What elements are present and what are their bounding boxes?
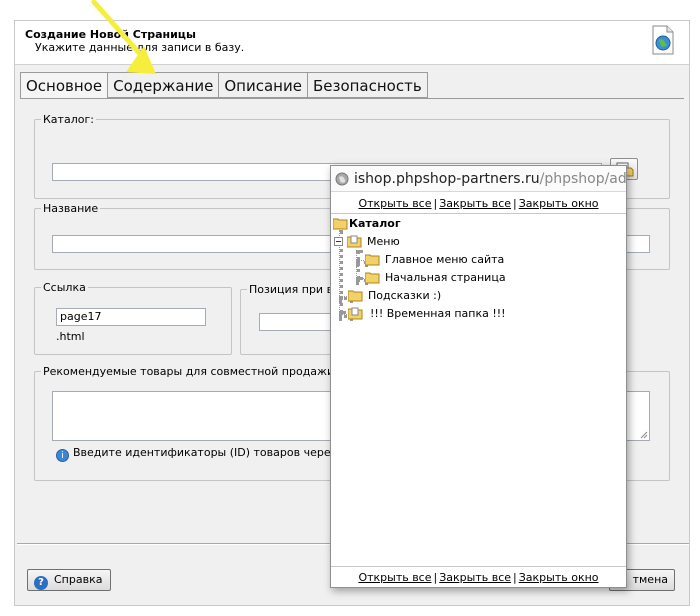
tab-description[interactable]: Описание bbox=[219, 72, 308, 98]
tree-item-label: Меню bbox=[367, 235, 400, 248]
popup-url-host: ishop.phpshop-partners.ru bbox=[354, 171, 540, 187]
expand-all-link-bottom[interactable]: Открыть все bbox=[358, 571, 431, 584]
folder-icon bbox=[365, 272, 380, 284]
name-label: Название bbox=[43, 202, 99, 215]
catalog-label: Каталог: bbox=[43, 113, 94, 126]
folder-open-icon bbox=[347, 235, 362, 248]
help-icon: ? bbox=[34, 576, 48, 590]
resize-grip-icon[interactable] bbox=[640, 431, 648, 439]
popup-url-path: /phpshop/adm bbox=[539, 171, 626, 187]
close-window-link-bottom[interactable]: Закрыть окно bbox=[519, 571, 599, 584]
folder-icon bbox=[333, 218, 348, 230]
link-input[interactable]: page17 bbox=[56, 308, 206, 326]
link-label: Ссылка bbox=[43, 281, 86, 294]
expand-all-link-top[interactable]: Открыть все bbox=[358, 197, 431, 210]
folder-icon bbox=[365, 254, 380, 266]
recommended-label: Рекомендуемые товары для совместной прод… bbox=[43, 365, 338, 378]
page-globe-icon bbox=[652, 25, 674, 55]
highlight-arrow-icon bbox=[91, 0, 156, 74]
recommended-hint-text: Введите идентификаторы (ID) товаров чере… bbox=[73, 446, 373, 459]
popup-address-bar: ishop.phpshop-partners.ru/phpshop/adm bbox=[331, 166, 626, 192]
popup-links-top: Открыть все | Закрыть все | Закрыть окно bbox=[331, 194, 626, 214]
help-button[interactable]: ? Справка bbox=[27, 569, 111, 591]
recommended-hint: i Введите идентификаторы (ID) товаров чер… bbox=[56, 446, 373, 462]
popup-links-bottom: Открыть все | Закрыть все | Закрыть окно bbox=[331, 566, 626, 588]
tree-line bbox=[356, 250, 360, 280]
globe-icon bbox=[335, 172, 349, 186]
tab-security[interactable]: Безопасность bbox=[307, 72, 428, 98]
help-button-label: Справка bbox=[54, 573, 103, 586]
folder-open-icon bbox=[348, 307, 363, 320]
tree-root-label: Каталог bbox=[349, 217, 401, 230]
catalog-popup-window: ishop.phpshop-partners.ru/phpshop/adm От… bbox=[330, 165, 627, 588]
collapse-all-link-bottom[interactable]: Закрыть все bbox=[439, 571, 511, 584]
tree-item-label: Главное меню сайта bbox=[385, 253, 505, 266]
tree-item-label: Начальная страница bbox=[385, 271, 506, 284]
collapse-all-link-top[interactable]: Закрыть все bbox=[439, 197, 511, 210]
tree-item-label: Подсказки :) bbox=[368, 289, 442, 302]
tab-bar: Основное Содержание Описание Безопасност… bbox=[20, 72, 428, 99]
popup-url: ishop.phpshop-partners.ru/phpshop/adm bbox=[354, 166, 626, 191]
collapse-minus-icon[interactable] bbox=[334, 237, 344, 247]
link-suffix: .html bbox=[56, 330, 85, 343]
close-window-link-top[interactable]: Закрыть окно bbox=[519, 197, 599, 210]
folder-icon bbox=[348, 290, 363, 302]
tree-item-label: !!! Временная папка !!! bbox=[370, 307, 506, 320]
info-icon: i bbox=[56, 449, 69, 462]
